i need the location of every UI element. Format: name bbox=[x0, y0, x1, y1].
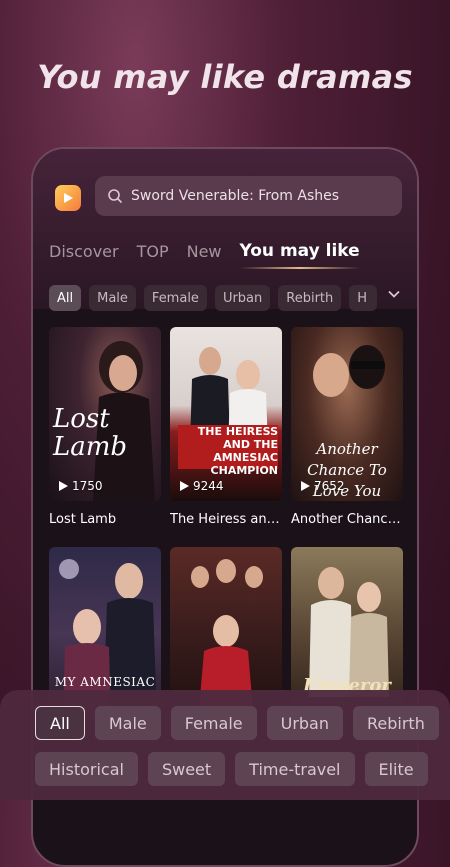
view-count-value: 9244 bbox=[193, 479, 224, 493]
tab-discover[interactable]: Discover bbox=[49, 242, 119, 261]
poster-title: MY AMNESIAC bbox=[54, 675, 156, 689]
chip-urban[interactable]: Urban bbox=[214, 285, 271, 311]
filter-sheet: All Male Female Urban Rebirth Historical… bbox=[0, 690, 450, 800]
genre-chips: All Male Female Urban Rebirth H bbox=[49, 285, 378, 311]
play-icon bbox=[301, 481, 310, 491]
drama-poster[interactable]: Lost Lamb 1750 bbox=[49, 327, 161, 501]
search-placeholder: Sword Venerable: From Ashes bbox=[131, 188, 340, 204]
filter-all[interactable]: All bbox=[35, 706, 85, 740]
view-count-value: 7652 bbox=[314, 479, 345, 493]
tab-bar: Discover TOP New You may like bbox=[49, 241, 360, 269]
drama-title: Another Chance to Love You bbox=[291, 512, 403, 527]
drama-card[interactable]: THE HEIRESS AND THE AMNESIAC CHAMPION 92… bbox=[170, 327, 282, 527]
filter-time-travel[interactable]: Time-travel bbox=[235, 752, 355, 786]
filter-male[interactable]: Male bbox=[94, 706, 161, 740]
chevron-down-icon[interactable] bbox=[387, 287, 401, 301]
view-count: 7652 bbox=[301, 479, 345, 493]
chip-partial[interactable]: H bbox=[349, 285, 378, 311]
tab-new[interactable]: New bbox=[187, 242, 222, 261]
tab-you-may-like[interactable]: You may like bbox=[239, 241, 360, 269]
view-count: 9244 bbox=[180, 479, 224, 493]
tab-top[interactable]: TOP bbox=[137, 242, 169, 261]
poster-title: Lost Lamb bbox=[53, 404, 128, 462]
search-bar[interactable]: Sword Venerable: From Ashes bbox=[95, 176, 402, 216]
filter-rebirth[interactable]: Rebirth bbox=[353, 706, 439, 740]
poster-title: THE HEIRESS AND THE AMNESIAC CHAMPION bbox=[197, 425, 278, 477]
filter-urban[interactable]: Urban bbox=[266, 706, 343, 740]
filter-historical[interactable]: Historical bbox=[35, 752, 138, 786]
page-headline: You may like dramas bbox=[37, 58, 413, 96]
filter-female[interactable]: Female bbox=[170, 706, 257, 740]
chip-all[interactable]: All bbox=[49, 285, 82, 311]
drama-title: The Heiress and the Amnesiac Champion bbox=[170, 512, 282, 527]
filter-elite[interactable]: Elite bbox=[364, 752, 428, 786]
drama-poster[interactable]: Another Chance To Love You 7652 bbox=[291, 327, 403, 501]
search-icon bbox=[108, 189, 123, 204]
drama-title: Lost Lamb bbox=[49, 512, 117, 527]
view-count-value: 1750 bbox=[72, 479, 103, 493]
filter-row: All Male Female Urban Rebirth bbox=[35, 706, 439, 740]
view-count: 1750 bbox=[59, 479, 103, 493]
chip-female[interactable]: Female bbox=[143, 285, 207, 311]
drama-poster[interactable]: THE HEIRESS AND THE AMNESIAC CHAMPION 92… bbox=[170, 327, 282, 501]
app-logo-icon[interactable] bbox=[55, 185, 81, 211]
filter-row: Historical Sweet Time-travel Elite bbox=[35, 752, 428, 786]
play-icon bbox=[59, 481, 68, 491]
drama-card[interactable]: Another Chance To Love You 7652 Another … bbox=[291, 327, 403, 527]
play-icon bbox=[180, 481, 189, 491]
chip-male[interactable]: Male bbox=[89, 285, 136, 311]
chip-rebirth[interactable]: Rebirth bbox=[278, 285, 342, 311]
drama-card[interactable]: Lost Lamb 1750 Lost Lamb bbox=[49, 327, 161, 527]
filter-sweet[interactable]: Sweet bbox=[147, 752, 226, 786]
